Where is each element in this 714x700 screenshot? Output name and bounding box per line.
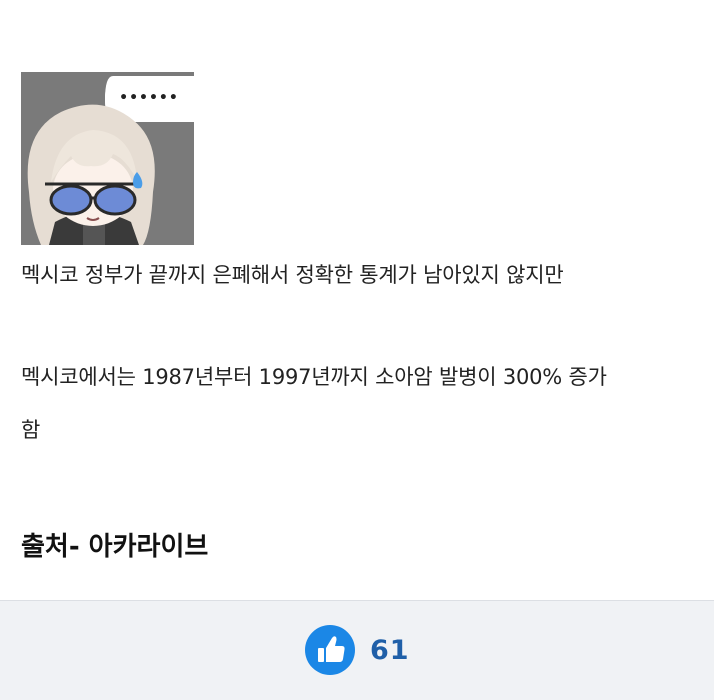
sticker-image: •••••• bbox=[21, 72, 194, 245]
post-body: •••••• 멕시코 정부가 끝까지 은폐해서 정확한 통계가 남아있지 않지만… bbox=[0, 0, 714, 600]
source-credit: 출처- 아카라이브 bbox=[21, 532, 209, 562]
post-paragraph: 멕시코 정부가 끝까지 은폐해서 정확한 통계가 남아있지 않지만 bbox=[21, 263, 564, 287]
post-paragraph-continued: 함 bbox=[21, 418, 41, 442]
post-paragraph: 멕시코에서는 1987년부터 1997년까지 소아암 발병이 300% 증가 bbox=[21, 365, 607, 389]
speech-bubble-text: •••••• bbox=[119, 90, 179, 106]
like-button[interactable] bbox=[305, 625, 355, 675]
like-count: 61 bbox=[370, 635, 410, 666]
reaction-bar: 61 bbox=[0, 600, 714, 700]
thumbs-up-icon bbox=[318, 636, 345, 662]
